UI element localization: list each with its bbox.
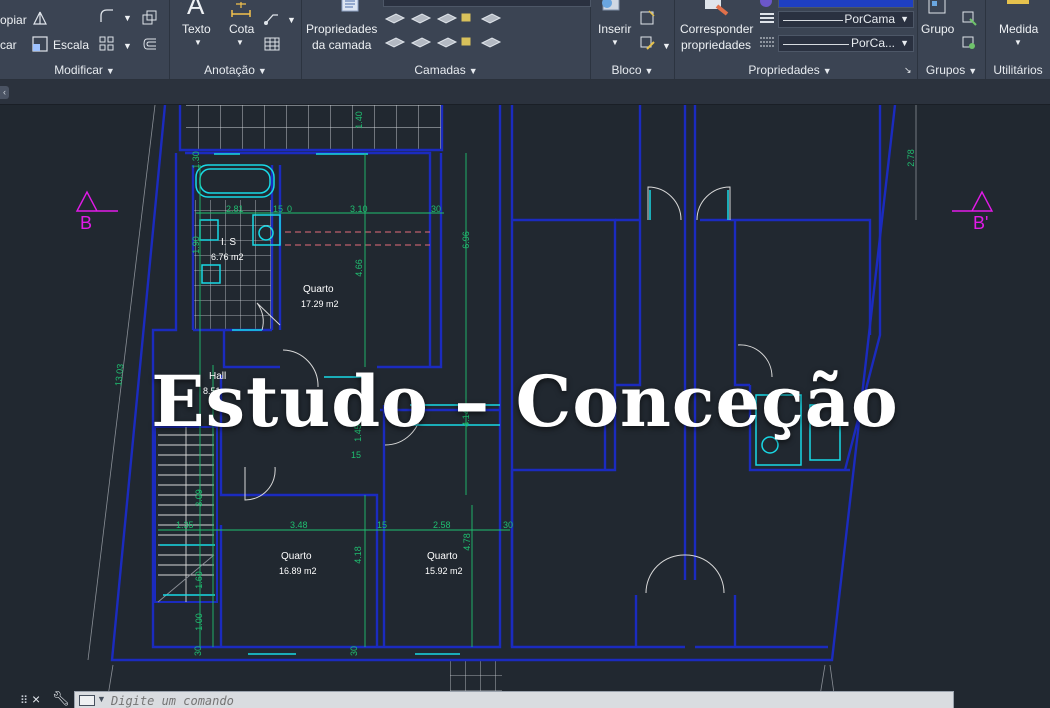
panel-annotation: A Texto ▼ Cota ▼ ▼ Anotação ▼ bbox=[170, 0, 302, 79]
grip-icon[interactable]: ⠿ bbox=[20, 694, 28, 707]
dim-6-96: 6.96 bbox=[460, 231, 471, 249]
layer-properties-icon[interactable] bbox=[339, 0, 361, 18]
dim-1-00: 1.00 bbox=[193, 613, 204, 631]
mirror-icon[interactable] bbox=[32, 10, 48, 26]
scale-label[interactable]: Escala bbox=[53, 37, 89, 53]
insert-icon[interactable] bbox=[599, 0, 623, 14]
dim-30b: 30 bbox=[503, 520, 514, 530]
dim-30d: 30 bbox=[349, 645, 360, 657]
group-icon[interactable] bbox=[927, 0, 947, 15]
dimension-icon[interactable] bbox=[228, 0, 254, 18]
group-edit-icon[interactable] bbox=[961, 35, 977, 51]
layer-tools-icon[interactable] bbox=[384, 9, 584, 55]
dim-15a: 15 bbox=[273, 204, 284, 214]
layer-properties-label-1[interactable]: Propriedades bbox=[306, 21, 377, 37]
dim-4-66: 4.66 bbox=[353, 259, 364, 277]
array-icon[interactable] bbox=[99, 36, 115, 52]
panel-properties: Corresponder propriedades PorCama ▼ PorCa… bbox=[675, 0, 918, 79]
command-prompt-icon[interactable] bbox=[79, 695, 95, 706]
text-dropdown-icon[interactable]: ▼ bbox=[194, 35, 202, 51]
match-properties-label-2[interactable]: propriedades bbox=[681, 37, 751, 53]
edit-block-icon[interactable] bbox=[639, 35, 655, 51]
edit-block-dropdown-icon[interactable]: ▼ bbox=[662, 38, 671, 54]
measure-icon[interactable] bbox=[1006, 0, 1030, 8]
offset-icon[interactable] bbox=[142, 36, 158, 52]
dim-15c: 15 bbox=[351, 450, 362, 460]
dim-1-90: 1.90 bbox=[190, 236, 201, 254]
match-properties-label-1[interactable]: Corresponder bbox=[680, 21, 753, 37]
color-icon[interactable] bbox=[760, 0, 772, 7]
scale-icon[interactable] bbox=[32, 36, 48, 52]
copy-icon[interactable] bbox=[142, 10, 158, 26]
file-tab-strip: ‹ bbox=[0, 80, 1050, 105]
lineweight-dropdown[interactable]: PorCama ▼ bbox=[778, 11, 914, 28]
table-icon[interactable] bbox=[264, 36, 280, 52]
lineweight-icon[interactable] bbox=[759, 11, 775, 27]
panel-groups: Grupo Grupos ▼ bbox=[918, 0, 986, 79]
overlay-title: Estudo – Conceção bbox=[151, 360, 899, 443]
dim-1-35: 1.35 bbox=[176, 520, 194, 530]
dim-0: 0 bbox=[287, 204, 293, 214]
group-label[interactable]: Grupo bbox=[921, 21, 954, 37]
leader-dropdown-icon[interactable]: ▼ bbox=[287, 12, 296, 28]
create-block-icon[interactable] bbox=[639, 10, 655, 26]
chevron-left-icon[interactable]: ‹ bbox=[0, 86, 9, 99]
panel-title-properties[interactable]: Propriedades ▼ bbox=[675, 63, 905, 77]
copy-label[interactable]: opiar bbox=[0, 12, 27, 28]
measure-dropdown-icon[interactable]: ▼ bbox=[1014, 35, 1022, 51]
panel-modify: opiar car Escala ▼ ▼ Modificar ▼ bbox=[0, 0, 170, 79]
mirror-label[interactable]: car bbox=[0, 37, 17, 53]
dim-3-09: 3.09 bbox=[193, 489, 204, 507]
dim-2-81: 2.81 bbox=[226, 204, 244, 214]
dim-3-10: 3.10 bbox=[350, 204, 368, 214]
dim-1-40: 1.40 bbox=[353, 111, 364, 129]
close-icon[interactable]: × bbox=[32, 691, 40, 707]
panel-title-annotation[interactable]: Anotação ▼ bbox=[170, 63, 301, 77]
dim-2-78: 2.78 bbox=[905, 149, 916, 167]
dim-1-60: 1.60 bbox=[193, 571, 204, 589]
ungroup-icon[interactable] bbox=[961, 10, 977, 26]
linetype-dropdown[interactable]: PorCa... ▼ bbox=[778, 35, 914, 52]
command-box[interactable]: ▼ bbox=[74, 691, 954, 708]
layer-dropdown[interactable] bbox=[383, 0, 591, 7]
dim-4-78: 4.78 bbox=[461, 533, 472, 551]
dim-30c: 30 bbox=[193, 645, 204, 657]
wrench-icon[interactable]: 🔧︎ bbox=[52, 690, 70, 707]
layer-properties-label-2[interactable]: da camada bbox=[312, 37, 371, 53]
command-input[interactable] bbox=[111, 693, 931, 708]
text-icon[interactable]: A bbox=[187, 0, 204, 18]
panel-utilities: Medida ▼ Utilitários bbox=[986, 0, 1050, 79]
dim-2-58: 2.58 bbox=[433, 520, 451, 530]
panel-title-block[interactable]: Bloco ▼ bbox=[591, 63, 674, 77]
match-properties-icon[interactable] bbox=[701, 0, 731, 18]
command-line: ⠿ × 🔧︎ ▼ bbox=[0, 689, 1050, 708]
color-dropdown[interactable] bbox=[778, 0, 914, 8]
dim-15b: 15 bbox=[377, 520, 388, 530]
dim-1-30: 1.30 bbox=[190, 151, 201, 169]
panel-title-layers[interactable]: Camadas ▼ bbox=[302, 63, 590, 77]
dim-30a: 30 bbox=[431, 204, 442, 214]
panel-block: Inserir ▼ ▼ Bloco ▼ bbox=[591, 0, 675, 79]
properties-launcher-icon[interactable]: ↘ bbox=[904, 62, 912, 78]
panel-title-modify[interactable]: Modificar ▼ bbox=[0, 63, 169, 77]
fillet-icon[interactable] bbox=[99, 8, 115, 24]
panel-title-utilities[interactable]: Utilitários bbox=[986, 63, 1050, 77]
ribbon: opiar car Escala ▼ ▼ Modificar ▼ A Texto … bbox=[0, 0, 1050, 80]
dim-3-48: 3.48 bbox=[290, 520, 308, 530]
linetype-icon[interactable] bbox=[759, 35, 775, 51]
insert-dropdown-icon[interactable]: ▼ bbox=[611, 35, 619, 51]
command-history-dropdown-icon[interactable]: ▼ bbox=[97, 694, 106, 704]
array-dropdown-icon[interactable]: ▼ bbox=[123, 38, 132, 54]
drawing-canvas[interactable]: B B' I. S 6.76 m2 Quarto 17.29 m2 Hall 8… bbox=[0, 105, 1050, 708]
fillet-dropdown-icon[interactable]: ▼ bbox=[123, 10, 132, 26]
dim-4-18: 4.18 bbox=[352, 546, 363, 564]
dimension-dropdown-icon[interactable]: ▼ bbox=[236, 35, 244, 51]
panel-title-groups[interactable]: Grupos ▼ bbox=[918, 63, 985, 77]
panel-layers: Propriedades da camada Camadas ▼ bbox=[302, 0, 591, 79]
leader-icon[interactable] bbox=[263, 10, 279, 26]
